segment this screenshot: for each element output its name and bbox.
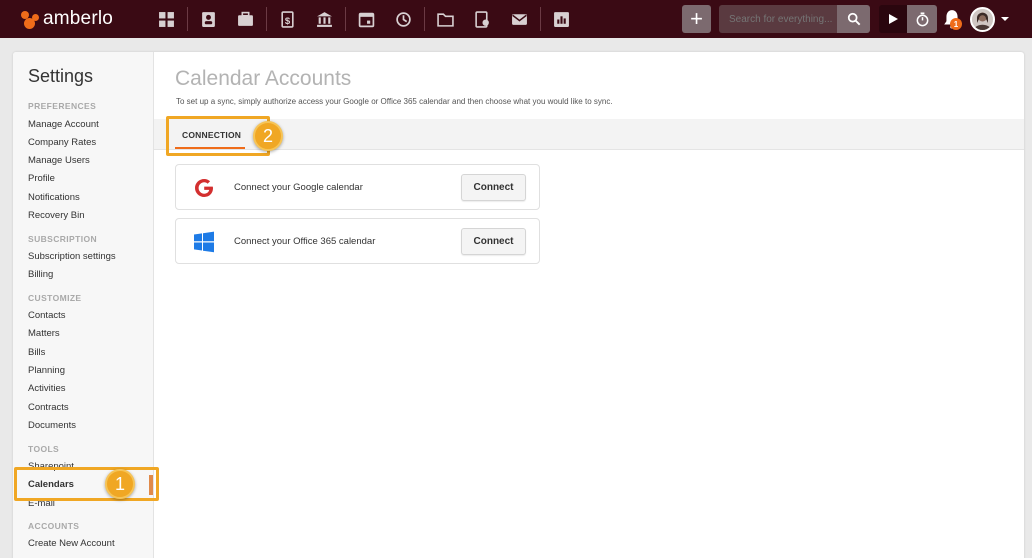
start-timer-button[interactable]	[879, 5, 907, 33]
notification-count-badge: 1	[950, 18, 962, 30]
dashboard-icon[interactable]	[148, 0, 185, 38]
contracts-icon[interactable]	[464, 0, 501, 38]
sidebar-item-planning[interactable]: Planning	[28, 365, 65, 376]
sidebar-item-create-new-account[interactable]: Create New Account	[28, 538, 115, 549]
connect-office365-button[interactable]: Connect	[461, 228, 526, 255]
amberlo-logo-icon	[20, 9, 40, 29]
matters-icon[interactable]	[227, 0, 264, 38]
nav-divider	[187, 7, 188, 31]
global-search-input[interactable]	[719, 5, 837, 33]
user-avatar[interactable]	[970, 7, 995, 32]
user-menu-chevron-down-icon[interactable]	[1001, 17, 1009, 21]
callout-badge-1: 1	[105, 469, 135, 499]
sidebar-item-notifications[interactable]: Notifications	[28, 192, 80, 203]
stopwatch-icon	[916, 11, 928, 26]
page-title: Calendar Accounts	[175, 67, 352, 90]
office365-calendar-card: Connect your Office 365 calendar Connect	[175, 218, 540, 264]
plus-icon: +	[690, 6, 703, 31]
sidebar-item-recovery-bin[interactable]: Recovery Bin	[28, 210, 85, 221]
sidebar-item-bills[interactable]: Bills	[28, 347, 45, 358]
settings-panel: Settings PREFERENCES Manage Account Comp…	[13, 52, 1024, 558]
sidebar-item-profile[interactable]: Profile	[28, 173, 55, 184]
play-icon	[889, 14, 898, 24]
bills-icon[interactable]: $	[269, 0, 306, 38]
amberlo-logo[interactable]: amberlo	[20, 8, 148, 30]
sidebar-item-contracts[interactable]: Contracts	[28, 402, 69, 413]
sidebar-item-matters[interactable]: Matters	[28, 328, 60, 339]
time-icon[interactable]	[385, 0, 422, 38]
connect-google-button[interactable]: Connect	[461, 174, 526, 201]
search-button[interactable]	[837, 5, 870, 33]
nav-divider	[424, 7, 425, 31]
nav-divider	[345, 7, 346, 31]
brand-name: amberlo	[43, 8, 114, 29]
add-new-button[interactable]: +	[682, 5, 711, 33]
nav-divider	[540, 7, 541, 31]
sidebar-item-documents[interactable]: Documents	[28, 420, 76, 431]
google-calendar-label: Connect your Google calendar	[234, 182, 363, 193]
mail-icon[interactable]	[501, 0, 538, 38]
main-content: Calendar Accounts To set up a sync, simp…	[154, 52, 1024, 558]
calendar-icon[interactable]	[348, 0, 385, 38]
sidebar-section-subscription: SUBSCRIPTION	[28, 234, 98, 244]
sidebar-item-manage-account[interactable]: Manage Account	[28, 119, 99, 130]
timers-button[interactable]	[907, 5, 937, 33]
folder-icon[interactable]	[427, 0, 464, 38]
top-navigation-bar: amberlo $	[0, 0, 1032, 38]
reports-icon[interactable]	[543, 0, 580, 38]
contacts-icon[interactable]	[190, 0, 227, 38]
sidebar-title: Settings	[28, 66, 94, 86]
sidebar-item-contacts[interactable]: Contacts	[28, 310, 66, 321]
sidebar-item-subscription-settings[interactable]: Subscription settings	[28, 251, 116, 262]
sidebar-section-customize: CUSTOMIZE	[28, 293, 82, 303]
module-nav: $	[148, 0, 580, 38]
nav-divider	[266, 7, 267, 31]
sidebar-item-manage-users[interactable]: Manage Users	[28, 155, 90, 166]
sidebar-item-activities[interactable]: Activities	[28, 383, 65, 394]
svg-text:$: $	[285, 15, 291, 26]
callout-badge-2: 2	[253, 121, 283, 151]
page-subtitle: To set up a sync, simply authorize acces…	[176, 97, 613, 106]
google-calendar-card: Connect your Google calendar Connect	[175, 164, 540, 210]
search-icon	[847, 12, 860, 26]
tab-bar: CONNECTION	[154, 119, 1024, 150]
highlight-box-calendars	[14, 467, 159, 501]
sidebar-item-company-rates[interactable]: Company Rates	[28, 137, 96, 148]
sidebar-item-billing[interactable]: Billing	[28, 269, 53, 280]
windows-icon	[192, 230, 216, 254]
sidebar-section-tools: TOOLS	[28, 444, 60, 454]
sidebar-section-preferences: PREFERENCES	[28, 101, 97, 111]
google-icon	[192, 176, 216, 200]
sidebar-section-accounts: ACCOUNTS	[28, 521, 80, 531]
office365-calendar-label: Connect your Office 365 calendar	[234, 236, 376, 247]
bank-icon[interactable]	[306, 0, 343, 38]
